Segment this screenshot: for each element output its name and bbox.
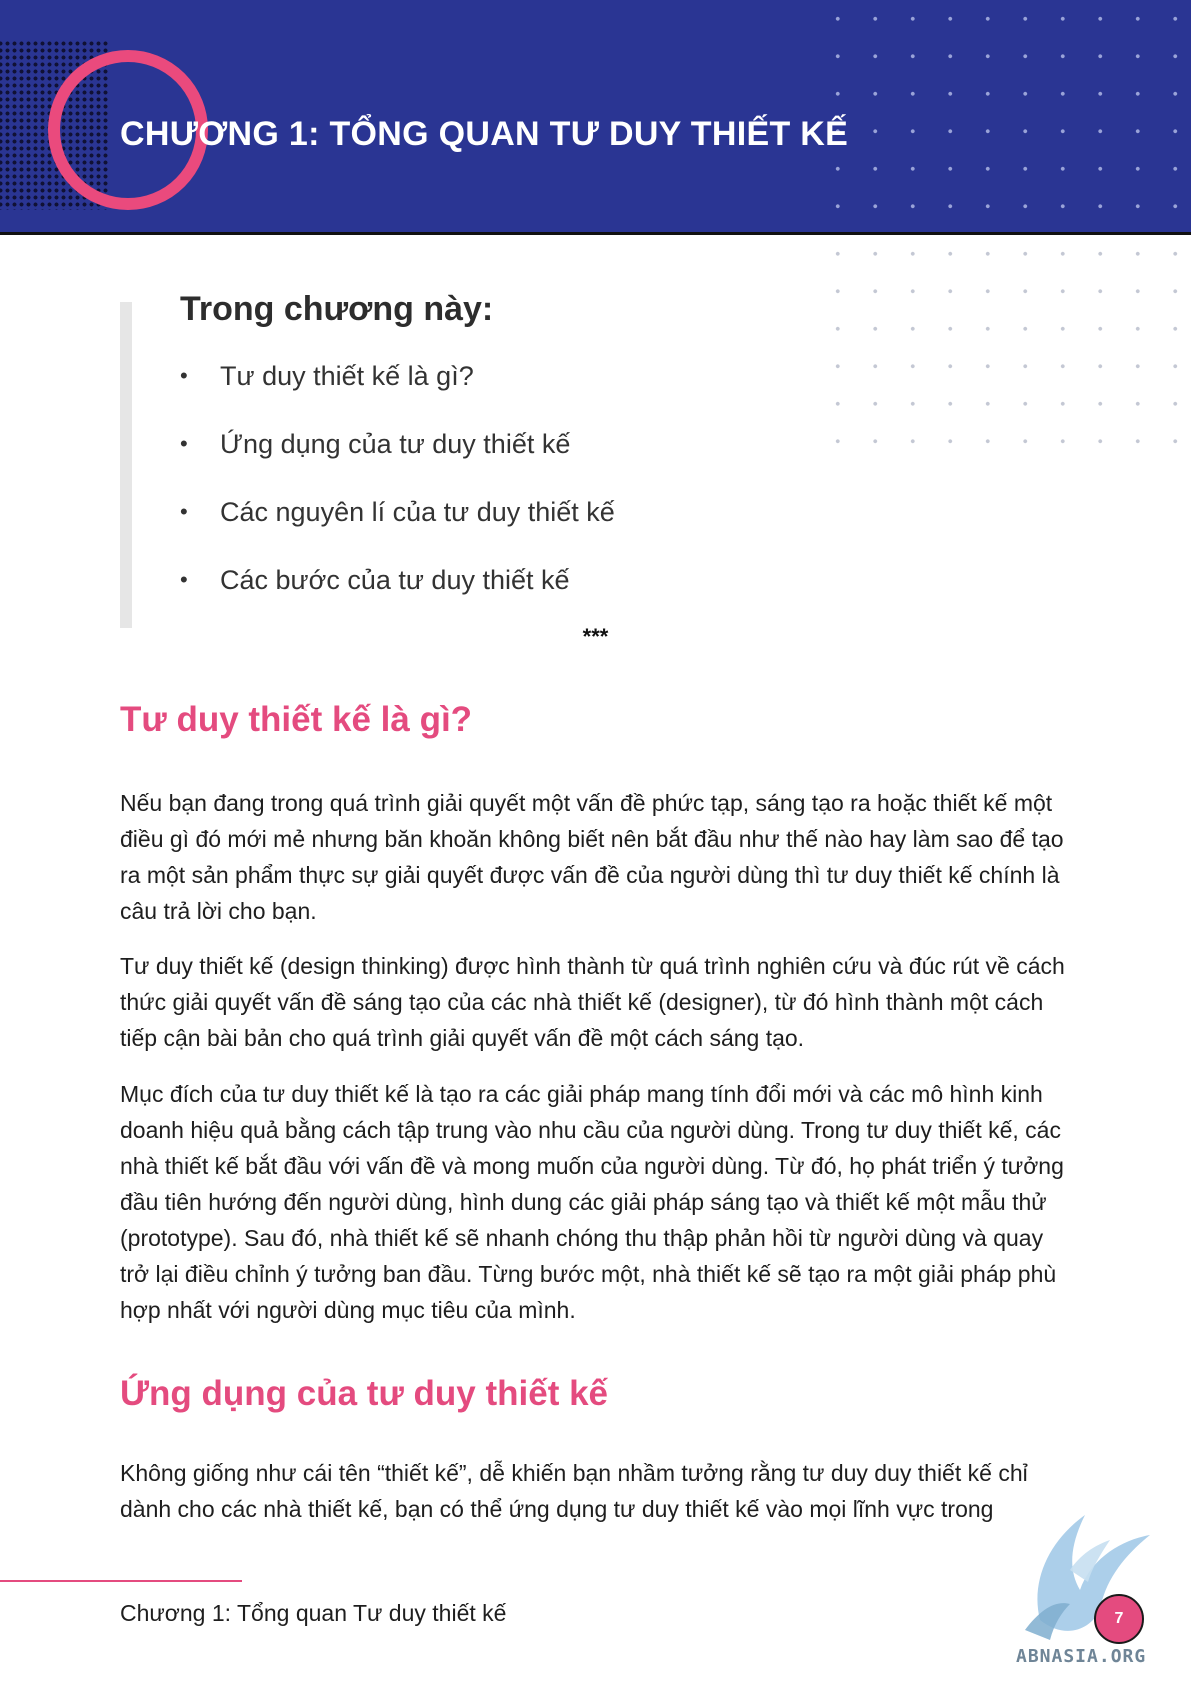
summary-accent-bar [120,302,132,628]
section-heading-what-is: Tư duy thiết kế là gì? [120,700,473,739]
summary-item-text: Ứng dụng của tư duy thiết kế [220,429,571,459]
summary-list: • Tư duy thiết kế là gì? • Ứng dụng của … [180,360,615,632]
summary-item: • Các nguyên lí của tư duy thiết kế [180,496,615,564]
section-separator: *** [582,624,609,649]
bullet-icon: • [180,431,188,456]
bullet-icon: • [180,499,188,524]
summary-heading: Trong chương này: [180,290,494,328]
body-paragraph: Nếu bạn đang trong quá trình giải quyết … [120,790,1064,924]
footer-chapter-label: Chương 1: Tổng quan Tư duy thiết kế [120,1600,507,1626]
summary-item: • Tư duy thiết kế là gì? [180,360,615,428]
body-paragraph: Không giống như cái tên “thiết kế”, dễ k… [120,1460,1028,1522]
bullet-icon: • [180,567,188,592]
body-paragraph: Tư duy thiết kế (design thinking) được h… [120,953,1065,1051]
summary-item-text: Tư duy thiết kế là gì? [220,361,474,391]
dot-grid-decoration [815,0,1191,232]
page-number-badge: 7 [1094,1594,1144,1644]
footer-rule [0,1580,242,1582]
chapter-banner: CHƯƠNG 1: TỔNG QUAN TƯ DUY THIẾT KẾ [0,0,1191,235]
summary-item-text: Các bước của tư duy thiết kế [220,565,570,595]
summary-item-text: Các nguyên lí của tư duy thiết kế [220,497,615,527]
summary-item: • Ứng dụng của tư duy thiết kế [180,428,615,496]
watermark-logo-text: ABNASIA.ORG [1016,1646,1147,1667]
section-heading-applications: Ứng dụng của tư duy thiết kế [120,1374,609,1413]
dot-grid-decoration-lower [815,235,1191,445]
body-paragraph: Mục đích của tư duy thiết kế là tạo ra c… [120,1081,1064,1323]
bullet-icon: • [180,363,188,388]
summary-item: • Các bước của tư duy thiết kế [180,564,615,632]
chapter-title: CHƯƠNG 1: TỔNG QUAN TƯ DUY THIẾT KẾ [120,115,849,153]
